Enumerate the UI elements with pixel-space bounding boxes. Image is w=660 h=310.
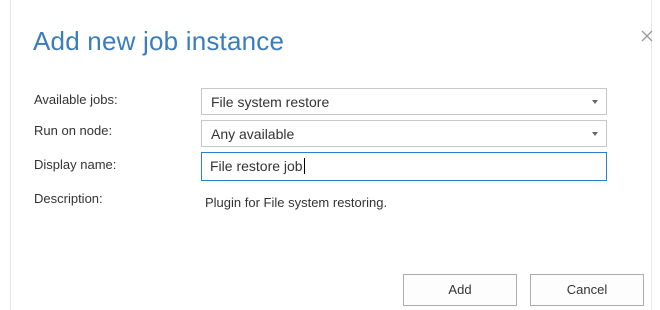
close-icon (641, 30, 653, 42)
add-job-instance-dialog: Add new job instance Available jobs: Fil… (0, 0, 660, 310)
close-button[interactable] (638, 27, 656, 45)
description-label: Description: (34, 191, 103, 206)
display-name-label: Display name: (34, 157, 117, 172)
available-jobs-value: File system restore (211, 94, 330, 110)
run-on-node-value: Any available (211, 126, 295, 142)
available-jobs-label: Available jobs: (34, 92, 118, 107)
dialog-right-border (651, 0, 652, 310)
dialog-left-border (10, 0, 11, 310)
available-jobs-select[interactable]: File system restore (201, 88, 607, 115)
display-name-input[interactable]: File restore job (201, 152, 607, 181)
chevron-down-icon (592, 132, 598, 136)
display-name-value: File restore job (210, 158, 303, 174)
dialog-title: Add new job instance (33, 26, 285, 56)
run-on-node-select[interactable]: Any available (201, 120, 607, 147)
run-on-node-label: Run on node: (34, 123, 113, 138)
cancel-button[interactable]: Cancel (530, 274, 644, 306)
text-cursor (303, 158, 305, 174)
add-button[interactable]: Add (403, 274, 517, 306)
description-text: Plugin for File system restoring. (205, 195, 388, 210)
chevron-down-icon (592, 100, 598, 104)
